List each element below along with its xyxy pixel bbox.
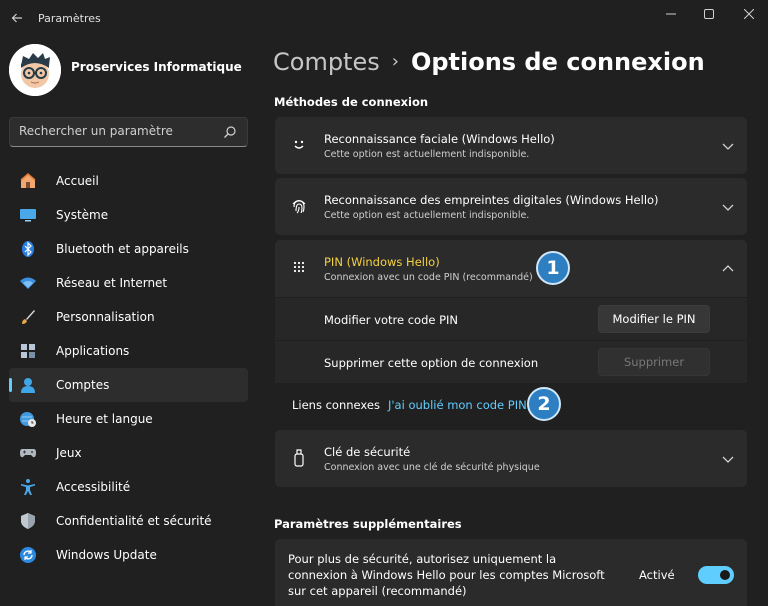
sidebar-item-label: Heure et langue: [56, 412, 153, 426]
security-key-title: Clé de sécurité: [324, 445, 411, 459]
account-icon: [18, 375, 38, 395]
modify-pin-button[interactable]: Modifier le PIN: [598, 305, 710, 333]
sidebar-item-windows-update[interactable]: Windows Update: [9, 538, 248, 572]
breadcrumb-separator: ›: [391, 51, 399, 72]
section-title-extra: Paramètres supplémentaires: [274, 517, 462, 531]
apps-icon: [18, 341, 38, 361]
fingerprint-subtitle: Cette option est actuellement indisponib…: [324, 210, 530, 221]
sidebar-nav: Accueil Système Bluetooth et appareils R…: [9, 164, 248, 572]
fingerprint-card[interactable]: Reconnaissance des empreintes digitales …: [275, 178, 747, 235]
sidebar-item-bluetooth[interactable]: Bluetooth et appareils: [9, 232, 248, 266]
annotation-badge-2: 2: [527, 387, 561, 421]
pin-remove-label: Supprimer cette option de connexion: [324, 356, 539, 370]
security-key-card[interactable]: Clé de sécurité Connexion avec une clé d…: [275, 430, 747, 487]
fingerprint-icon: [289, 196, 309, 216]
search-input[interactable]: [19, 124, 219, 138]
usb-key-icon: [289, 448, 309, 468]
pin-subtitle: Connexion avec un code PIN (recommandé): [324, 272, 533, 283]
sidebar-item-comptes[interactable]: Comptes: [9, 368, 248, 402]
hello-only-card: Pour plus de sécurité, autorisez uniquem…: [275, 539, 747, 606]
face-recognition-subtitle: Cette option est actuellement indisponib…: [324, 149, 530, 160]
pin-change-label: Modifier votre code PIN: [324, 313, 459, 327]
monitor-icon: [18, 205, 38, 225]
sidebar-item-accueil[interactable]: Accueil: [9, 164, 248, 198]
sidebar-item-heure-langue[interactable]: Heure et langue: [9, 402, 248, 436]
pin-card-header[interactable]: PIN (Windows Hello) Connexion avec un co…: [275, 240, 747, 297]
sidebar-item-label: Système: [56, 208, 109, 222]
sidebar-item-label: Accessibilité: [56, 480, 131, 494]
sidebar-item-label: Réseau et Internet: [56, 276, 168, 290]
home-icon: [18, 171, 38, 191]
annotation-badge-1: 1: [536, 251, 570, 285]
face-recognition-title: Reconnaissance faciale (Windows Hello): [324, 132, 555, 146]
chevron-down-icon[interactable]: [721, 139, 735, 153]
sidebar-item-label: Applications: [56, 344, 130, 358]
sidebar-item-label: Personnalisation: [56, 310, 155, 324]
fingerprint-title: Reconnaissance des empreintes digitales …: [324, 193, 659, 207]
sidebar-item-confidentialite[interactable]: Confidentialité et sécurité: [9, 504, 248, 538]
search-box[interactable]: [9, 117, 248, 147]
gamepad-icon: [18, 443, 38, 463]
hello-only-description: Pour plus de sécurité, autorisez uniquem…: [288, 552, 605, 598]
sidebar-item-reseau[interactable]: Réseau et Internet: [9, 266, 248, 300]
sidebar-item-personnalisation[interactable]: Personnalisation: [9, 300, 248, 334]
sidebar-item-label: Comptes: [56, 378, 110, 392]
sidebar-item-label: Accueil: [56, 174, 99, 188]
sidebar-item-label: Windows Update: [56, 548, 157, 562]
page-title: Options de connexion: [410, 48, 705, 76]
face-recognition-card[interactable]: Reconnaissance faciale (Windows Hello) C…: [275, 117, 747, 174]
sidebar-item-label: Jeux: [56, 446, 82, 460]
keypad-icon: [289, 258, 309, 278]
update-icon: [18, 545, 38, 565]
chevron-up-icon[interactable]: [721, 262, 735, 276]
related-links-label: Liens connexes: [292, 398, 380, 412]
bluetooth-icon: [18, 239, 38, 259]
brush-icon: [18, 307, 38, 327]
back-arrow-icon[interactable]: [6, 6, 28, 30]
remove-pin-button[interactable]: Supprimer: [598, 348, 710, 376]
globe-clock-icon: [18, 409, 38, 429]
toggle-knob: [720, 570, 730, 580]
avatar-face-icon: [9, 44, 61, 96]
sidebar-item-label: Bluetooth et appareils: [56, 242, 189, 256]
pin-remove-row: Supprimer cette option de connexion Supp…: [275, 341, 747, 383]
breadcrumb-parent[interactable]: Comptes: [273, 48, 380, 76]
sidebar-item-accessibilite[interactable]: Accessibilité: [9, 470, 248, 504]
accessibility-icon: [18, 477, 38, 497]
sidebar-item-label: Confidentialité et sécurité: [56, 514, 212, 528]
forgot-pin-link[interactable]: J'ai oublié mon code PIN: [388, 398, 527, 412]
minimize-icon[interactable]: [656, 4, 686, 24]
wifi-icon: [18, 273, 38, 293]
smile-face-icon: [289, 135, 309, 155]
chevron-down-icon[interactable]: [721, 200, 735, 214]
pin-change-row: Modifier votre code PIN Modifier le PIN: [275, 298, 747, 340]
chevron-down-icon[interactable]: [721, 452, 735, 466]
avatar[interactable]: [9, 44, 61, 96]
pin-title: PIN (Windows Hello): [324, 255, 440, 269]
related-links-row: Liens connexes J'ai oublié mon code PIN: [275, 384, 747, 424]
sidebar-item-jeux[interactable]: Jeux: [9, 436, 248, 470]
close-icon[interactable]: [734, 4, 764, 24]
security-key-subtitle: Connexion avec une clé de sécurité physi…: [324, 462, 540, 473]
title-bar: Paramètres: [0, 0, 768, 38]
search-icon[interactable]: [223, 125, 237, 139]
sidebar-item-applications[interactable]: Applications: [9, 334, 248, 368]
hello-only-status: Activé: [639, 568, 675, 582]
user-name: Proservices Informatique: [71, 60, 242, 74]
sidebar-item-systeme[interactable]: Système: [9, 198, 248, 232]
maximize-icon[interactable]: [694, 4, 724, 24]
window-title: Paramètres: [38, 12, 101, 25]
shield-icon: [18, 511, 38, 531]
breadcrumb: Comptes › Options de connexion: [273, 48, 705, 76]
hello-only-toggle[interactable]: [698, 566, 734, 584]
section-title-methods: Méthodes de connexion: [274, 95, 429, 109]
